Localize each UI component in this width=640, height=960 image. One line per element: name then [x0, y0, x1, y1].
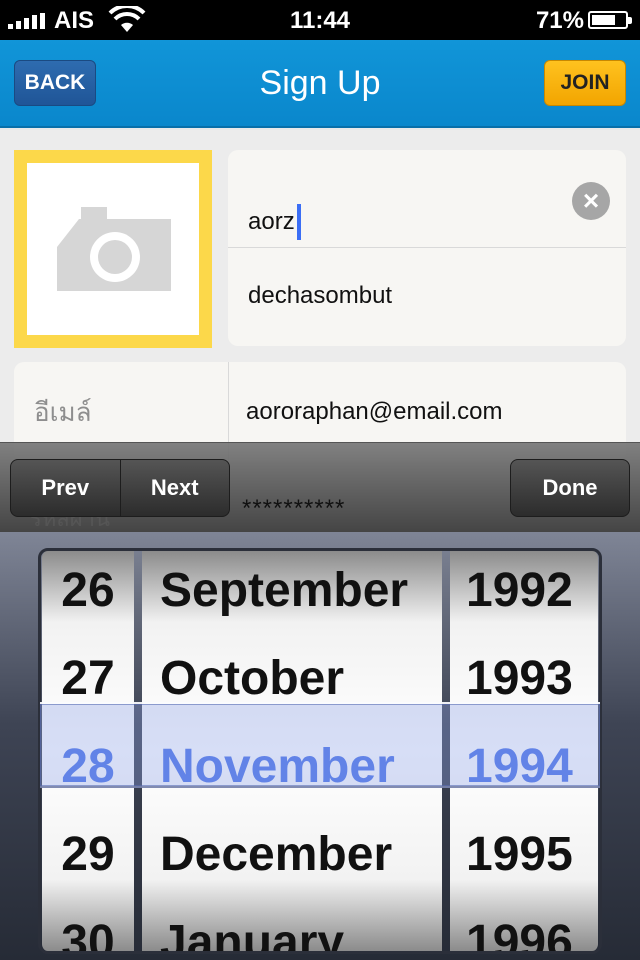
email-field[interactable]: aororaphan@email.com: [246, 398, 503, 426]
status-bar: AIS 11:44 71%: [0, 0, 640, 40]
join-button[interactable]: JOIN: [544, 60, 626, 106]
battery-percent: 71%: [535, 7, 584, 34]
next-button[interactable]: Next: [119, 460, 230, 516]
email-label: อีเมล์: [34, 397, 92, 427]
date-picker: 26 27 28 29 30 September October Novembe…: [0, 532, 640, 960]
camera-icon: [57, 207, 171, 291]
text-cursor: [296, 204, 301, 240]
picker-selection-indicator: [40, 702, 600, 788]
clear-text-button[interactable]: ×: [572, 182, 610, 220]
password-field[interactable]: **********: [242, 495, 345, 523]
name-fields: aorz × dechasombut: [228, 150, 626, 346]
last-name-field[interactable]: dechasombut: [248, 282, 392, 310]
done-button[interactable]: Done: [510, 459, 630, 517]
field-divider: [228, 247, 626, 248]
keyboard-accessory-toolbar: รหัสผ่าน ********** Prev Next Done: [0, 442, 640, 532]
prev-next-control: Prev Next: [10, 459, 230, 517]
prev-button[interactable]: Prev: [11, 460, 120, 516]
profile-photo-picker[interactable]: [14, 150, 212, 348]
battery-icon: [588, 11, 632, 29]
battery-fill: [592, 15, 615, 25]
first-name-value: aorz: [248, 208, 295, 235]
signup-form: aorz × dechasombut อีเมล์ aororaphan@ema…: [0, 130, 640, 462]
navigation-bar: BACK Sign Up JOIN: [0, 40, 640, 128]
first-name-field[interactable]: aorz: [248, 204, 301, 240]
